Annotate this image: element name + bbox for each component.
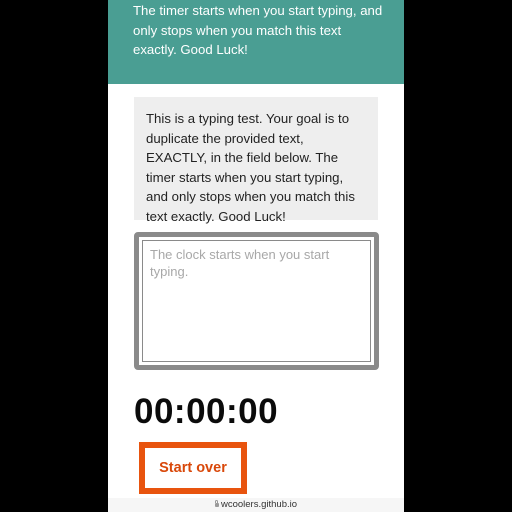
prompt-text: This is a typing test. Your goal is to d…	[146, 111, 355, 224]
prompt-box: This is a typing test. Your goal is to d…	[134, 97, 378, 224]
typing-input[interactable]	[142, 240, 371, 362]
start-over-button[interactable]: Start over	[139, 442, 247, 494]
intro-banner-text: The timer starts when you start typing, …	[133, 3, 383, 57]
timer-display: 00:00:00	[134, 392, 279, 431]
browser-url-bar[interactable]: wcoolers.github.io	[108, 498, 404, 512]
typing-field-frame	[134, 232, 379, 370]
url-text: wcoolers.github.io	[220, 499, 298, 510]
lock-icon	[214, 500, 219, 507]
app-screen: The timer starts when you start typing, …	[108, 0, 404, 512]
intro-banner: The timer starts when you start typing, …	[108, 0, 404, 84]
